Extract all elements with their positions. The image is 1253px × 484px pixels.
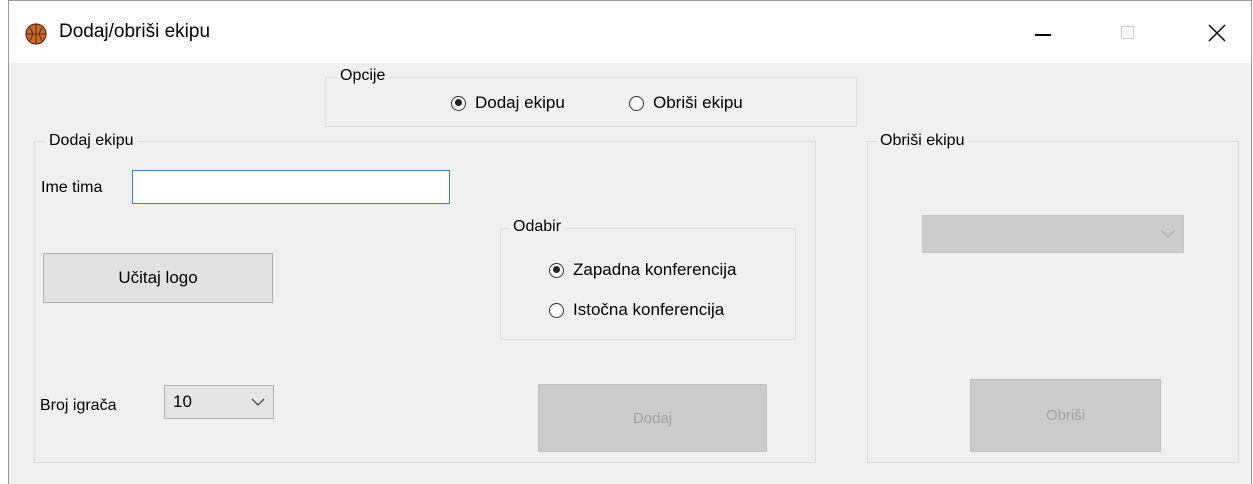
radio-add-team-indicator <box>451 95 466 111</box>
load-logo-button[interactable]: Učitaj logo <box>43 253 273 303</box>
radio-east-indicator <box>549 302 564 318</box>
radio-add-team[interactable]: Dodaj ekipu <box>451 93 565 113</box>
radio-west-label: Zapadna konferencija <box>573 260 737 279</box>
radio-delete-team-label: Obriši ekipu <box>653 93 743 112</box>
radio-west-conference[interactable]: Zapadna konferencija <box>549 260 737 280</box>
chevron-down-icon <box>1161 230 1175 238</box>
players-count-select[interactable]: 10 <box>164 385 274 419</box>
options-caption: Opcije <box>337 67 389 85</box>
radio-delete-team[interactable]: Obriši ekipu <box>629 93 743 113</box>
basketball-icon <box>25 23 47 45</box>
add-team-button[interactable]: Dodaj <box>538 384 767 452</box>
delete-team-button-label: Obriši <box>1045 407 1086 424</box>
window-title: Dodaj/obriši ekipu <box>59 21 211 42</box>
radio-east-conference[interactable]: Istočna konferencija <box>549 300 724 320</box>
conference-groupbox <box>500 228 796 340</box>
delete-team-caption: Obriši ekipu <box>877 132 968 150</box>
maximize-button[interactable] <box>1107 15 1147 51</box>
add-team-button-label: Dodaj <box>632 409 673 427</box>
window: Dodaj/obriši ekipu Opcije Dodaj ekipu Ob… <box>8 0 1252 484</box>
close-button[interactable] <box>1197 15 1237 51</box>
delete-team-button[interactable]: Obriši <box>970 379 1161 452</box>
radio-east-label: Istočna konferencija <box>573 300 725 319</box>
players-count-label: Broj igrača <box>40 397 117 414</box>
close-icon <box>1208 24 1226 42</box>
load-logo-label: Učitaj logo <box>118 268 198 287</box>
options-groupbox <box>325 77 857 127</box>
radio-west-indicator <box>549 262 564 278</box>
players-count-value: 10 <box>173 392 192 411</box>
add-team-caption: Dodaj ekipu <box>46 132 137 150</box>
conference-caption: Odabir <box>510 218 565 236</box>
radio-delete-team-indicator <box>629 95 644 111</box>
team-name-input[interactable] <box>132 170 450 204</box>
title-bar[interactable]: Dodaj/obriši ekipu <box>9 1 1251 63</box>
chevron-down-icon <box>251 398 265 406</box>
radio-add-team-label: Dodaj ekipu <box>475 93 565 112</box>
team-delete-select[interactable] <box>922 215 1184 253</box>
minimize-button[interactable] <box>1023 15 1063 51</box>
team-name-label: Ime tima <box>41 179 103 196</box>
